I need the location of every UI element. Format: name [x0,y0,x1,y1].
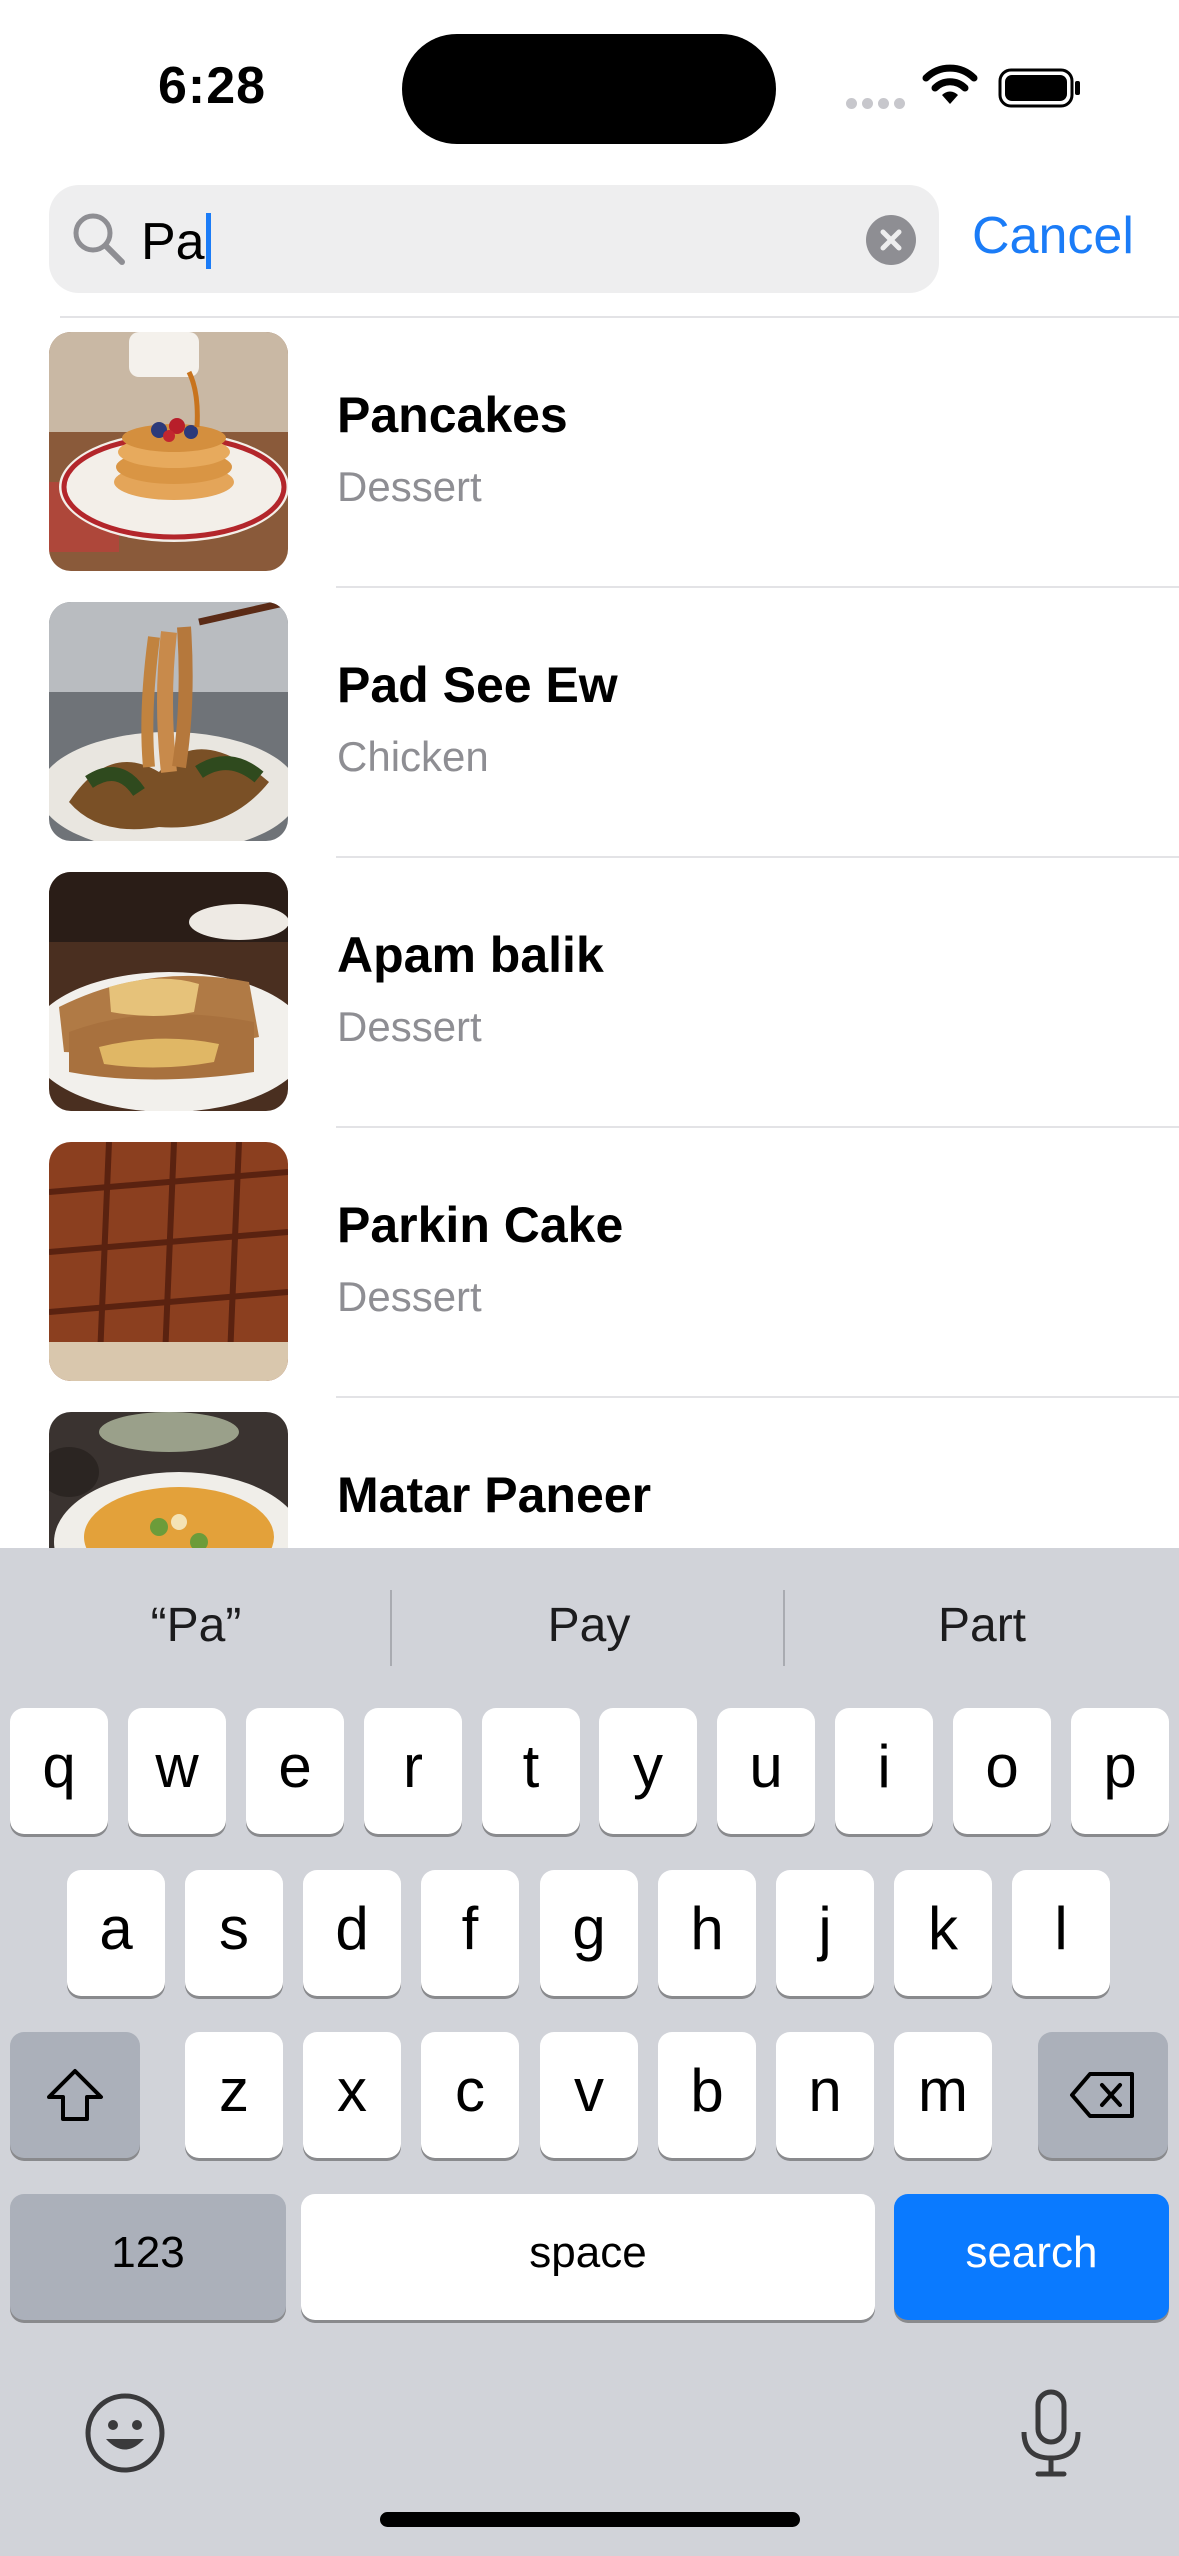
list-item[interactable]: Pad See Ew Chicken [0,588,1179,858]
list-item[interactable]: Matar Paneer [0,1398,1179,1548]
cancel-button[interactable]: Cancel [972,206,1134,266]
backspace-key[interactable] [1038,2032,1168,2158]
keyboard: “Pa” Pay Part q w e r t y u i o p a s d … [0,1548,1179,2556]
key-w[interactable]: w [128,1708,226,1834]
search-field[interactable]: Pa [49,185,939,293]
recipe-thumbnail [49,1412,288,1548]
battery-icon [998,68,1082,113]
microphone-icon[interactable] [1016,2388,1086,2485]
recipe-title: Pancakes [337,387,568,443]
suggestion-item[interactable]: Pay [393,1598,785,1653]
key-f[interactable]: f [421,1870,519,1996]
search-icon [71,211,127,272]
clear-icon[interactable] [866,215,916,265]
key-d[interactable]: d [303,1870,401,1996]
key-l[interactable]: l [1012,1870,1110,1996]
shift-icon [43,2057,107,2124]
recipe-title: Parkin Cake [337,1197,624,1253]
list-item[interactable]: Parkin Cake Dessert [0,1128,1179,1398]
key-t[interactable]: t [482,1708,580,1834]
key-i[interactable]: i [835,1708,933,1834]
recipe-thumbnail [49,602,288,841]
key-b[interactable]: b [658,2032,756,2158]
backspace-icon [1068,2057,1138,2124]
key-z[interactable]: z [185,2032,283,2158]
list-item[interactable]: Apam balik Dessert [0,858,1179,1128]
key-c[interactable]: c [421,2032,519,2158]
status-time: 6:28 [158,57,267,115]
key-u[interactable]: u [717,1708,815,1834]
key-s[interactable]: s [185,1870,283,1996]
recipe-category: Dessert [337,1003,482,1050]
key-h[interactable]: h [658,1870,756,1996]
key-n[interactable]: n [776,2032,874,2158]
search-key[interactable]: search [894,2194,1169,2320]
home-indicator[interactable] [380,2512,800,2527]
suggestion-item[interactable]: “Pa” [0,1598,392,1653]
results-list: Pancakes Dessert Pad See Ew Chicken Apam… [0,318,1179,1548]
search-query: Pa [141,213,205,271]
wifi-icon [922,62,978,111]
dynamic-island [402,34,776,144]
key-x[interactable]: x [303,2032,401,2158]
key-j[interactable]: j [776,1870,874,1996]
recipe-title: Apam balik [337,927,604,983]
emoji-icon[interactable] [84,2392,166,2479]
divider [783,1590,785,1666]
list-item[interactable]: Pancakes Dessert [0,318,1179,588]
recipe-title: Pad See Ew [337,657,618,713]
recipe-thumbnail [49,1142,288,1381]
recipe-category: Dessert [337,1273,482,1320]
shift-key[interactable] [10,2032,140,2158]
space-key[interactable]: space [301,2194,875,2320]
key-v[interactable]: v [540,2032,638,2158]
suggestion-item[interactable]: Part [786,1598,1178,1653]
key-r[interactable]: r [364,1708,462,1834]
key-p[interactable]: p [1071,1708,1169,1834]
recipe-thumbnail [49,332,288,571]
key-y[interactable]: y [599,1708,697,1834]
search-input[interactable]: Pa [141,213,211,269]
numbers-key[interactable]: 123 [10,2194,286,2320]
recipe-thumbnail [49,872,288,1111]
recipe-category: Dessert [337,463,482,510]
key-o[interactable]: o [953,1708,1051,1834]
key-e[interactable]: e [246,1708,344,1834]
recipe-category: Chicken [337,733,489,780]
key-g[interactable]: g [540,1870,638,1996]
recipe-title: Matar Paneer [337,1467,652,1523]
key-q[interactable]: q [10,1708,108,1834]
key-k[interactable]: k [894,1870,992,1996]
key-m[interactable]: m [894,2032,992,2158]
text-caret [205,213,211,269]
cellular-signal-icon [846,96,910,114]
divider [390,1590,392,1666]
key-a[interactable]: a [67,1870,165,1996]
